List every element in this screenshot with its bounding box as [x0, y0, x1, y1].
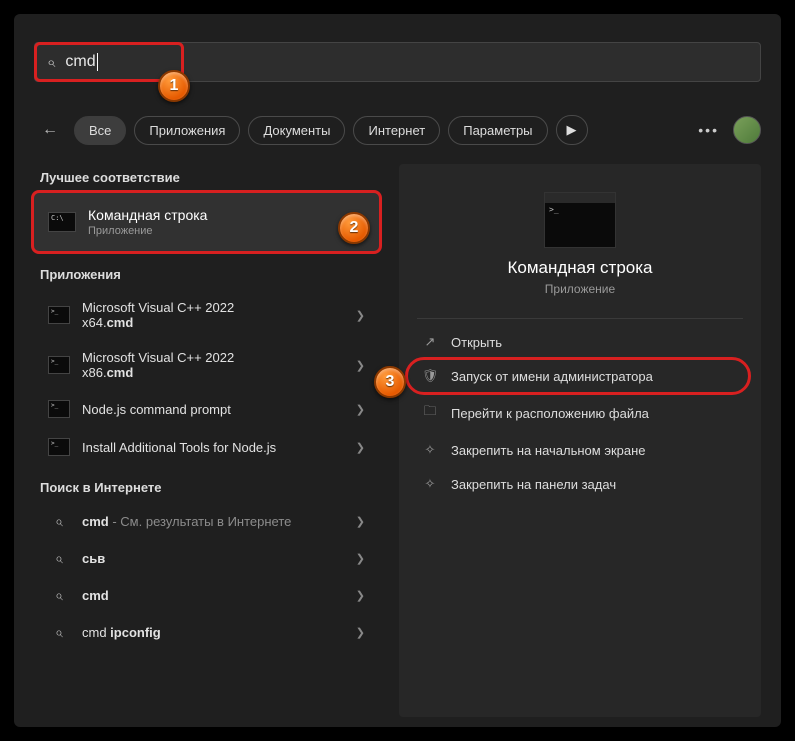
shield-icon: 🛡	[421, 368, 439, 384]
cmd-icon: C:\	[48, 212, 76, 232]
pin-icon: ✧	[421, 476, 439, 492]
app-result-0[interactable]: >_ Microsoft Visual C++ 2022 x64.cmd ❯	[34, 290, 379, 340]
best-match-result[interactable]: C:\ Командная строка Приложение	[34, 193, 379, 251]
user-avatar[interactable]	[733, 116, 761, 144]
section-web: Поиск в Интернете	[40, 480, 379, 495]
callout-badge-1: 1	[158, 70, 190, 102]
tab-documents[interactable]: Документы	[248, 116, 345, 145]
app-result-3[interactable]: >_ Install Additional Tools for Node.js …	[34, 428, 379, 466]
search-icon: ⌕	[48, 587, 70, 604]
action-open[interactable]: ↗ Открыть	[399, 325, 761, 359]
text-cursor	[97, 53, 98, 71]
preview-pane: Командная строка Приложение ↗ Открыть 🛡 …	[399, 164, 761, 717]
action-run-as-admin[interactable]: 🛡 Запуск от имени администратора	[399, 359, 761, 393]
back-button[interactable]: ←	[34, 114, 66, 146]
web-result-0[interactable]: ⌕ cmd - См. результаты в Интернете ❯	[34, 503, 379, 540]
cmd-icon: >_	[48, 306, 70, 324]
action-pin-start[interactable]: ✧ Закрепить на начальном экране	[399, 433, 761, 467]
search-bar[interactable]: ⌕ cmd	[34, 42, 761, 82]
tab-more-play[interactable]: ▶	[556, 115, 588, 145]
cmd-icon: >_	[48, 438, 70, 456]
chevron-right-icon: ❯	[356, 626, 365, 639]
action-open-location[interactable]: 🗀 Перейти к расположению файла	[399, 393, 761, 433]
search-icon: ⌕	[47, 54, 55, 71]
search-icon: ⌕	[48, 513, 70, 530]
best-match-subtitle: Приложение	[88, 225, 207, 237]
app-result-1[interactable]: >_ Microsoft Visual C++ 2022 x86.cmd ❯	[34, 340, 379, 390]
folder-icon: 🗀	[421, 402, 439, 424]
divider	[417, 318, 743, 319]
callout-badge-2: 2	[338, 212, 370, 244]
chevron-right-icon: ❯	[356, 441, 365, 454]
chevron-right-icon: ❯	[356, 515, 365, 528]
app-result-2[interactable]: >_ Node.js command prompt ❯	[34, 390, 379, 428]
action-pin-taskbar[interactable]: ✧ Закрепить на панели задач	[399, 467, 761, 501]
section-best-match: Лучшее соответствие	[40, 170, 379, 185]
cmd-icon: >_	[48, 356, 70, 374]
preview-title: Командная строка	[399, 258, 761, 278]
more-button[interactable]: •••	[698, 122, 719, 138]
web-result-2[interactable]: ⌕ cmd ❯	[34, 577, 379, 614]
pin-icon: ✧	[421, 442, 439, 458]
best-match-title: Командная строка	[88, 207, 207, 223]
tab-all[interactable]: Все	[74, 116, 126, 145]
tab-apps[interactable]: Приложения	[134, 116, 240, 145]
preview-subtitle: Приложение	[399, 282, 761, 296]
tab-settings[interactable]: Параметры	[448, 116, 547, 145]
chevron-right-icon: ❯	[356, 359, 365, 372]
search-icon: ⌕	[48, 550, 70, 567]
results-column: Лучшее соответствие C:\ Командная строка…	[34, 164, 379, 717]
chevron-right-icon: ❯	[356, 309, 365, 322]
search-icon: ⌕	[48, 624, 70, 641]
web-result-3[interactable]: ⌕ cmd ipconfig ❯	[34, 614, 379, 651]
search-input-value[interactable]: cmd	[65, 53, 95, 71]
preview-app-icon	[544, 192, 616, 248]
tab-internet[interactable]: Интернет	[353, 116, 440, 145]
open-icon: ↗	[421, 334, 439, 350]
chevron-right-icon: ❯	[356, 552, 365, 565]
filter-tabs: ← Все Приложения Документы Интернет Пара…	[34, 110, 761, 150]
chevron-right-icon: ❯	[356, 589, 365, 602]
callout-badge-3: 3	[374, 366, 406, 398]
web-result-1[interactable]: ⌕ сьв ❯	[34, 540, 379, 577]
cmd-icon: >_	[48, 400, 70, 418]
section-apps: Приложения	[40, 267, 379, 282]
chevron-right-icon: ❯	[356, 403, 365, 416]
